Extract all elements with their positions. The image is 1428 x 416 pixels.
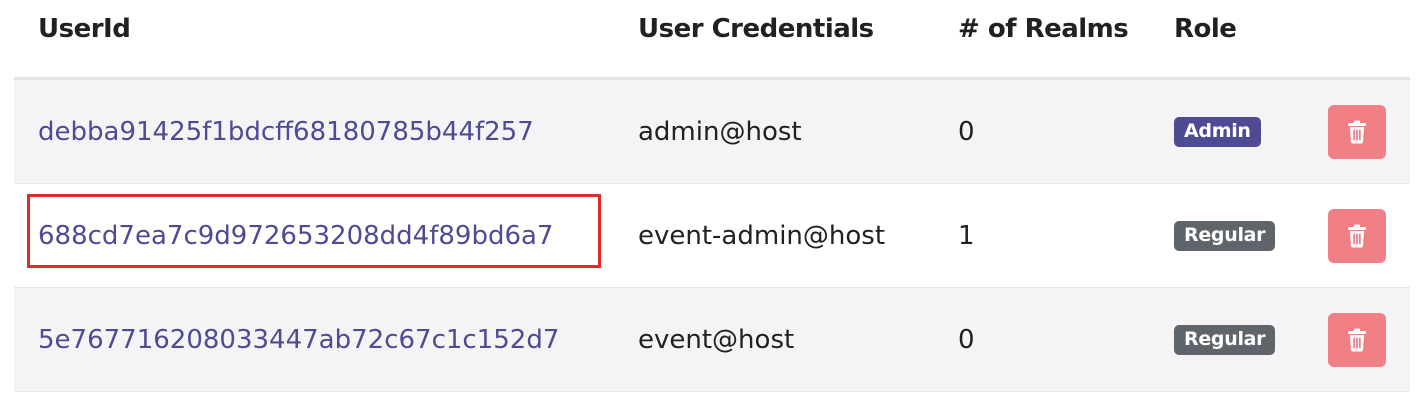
delete-user-button[interactable] <box>1328 312 1386 367</box>
user-id-link[interactable]: debba91425f1bdcff68180785b44f257 <box>38 117 534 147</box>
trash-icon <box>1347 120 1367 144</box>
user-id-link[interactable]: 688cd7ea7c9d972653208dd4f89bd6a7 <box>38 221 553 251</box>
delete-user-button[interactable] <box>1328 208 1386 263</box>
table-row: 5e767716208033447ab72c67c1c152d7 event@h… <box>14 288 1410 392</box>
delete-cell <box>1328 288 1386 391</box>
role-badge-regular: Regular <box>1174 220 1276 251</box>
user-id-cell: debba91425f1bdcff68180785b44f257 <box>38 80 534 183</box>
credentials-cell: event@host <box>638 324 795 355</box>
realms-count-cell: 0 <box>958 324 975 355</box>
realms-count-cell: 0 <box>958 116 975 147</box>
user-id-cell: 5e767716208033447ab72c67c1c152d7 <box>38 288 559 391</box>
trash-icon <box>1347 328 1367 352</box>
delete-cell <box>1328 80 1386 183</box>
header-user-id: UserId <box>38 14 131 44</box>
table-row: 688cd7ea7c9d972653208dd4f89bd6a7 event-a… <box>14 184 1410 288</box>
header-realms-count: # of Realms <box>958 14 1129 44</box>
table-header: UserId User Credentials # of Realms Role <box>14 0 1410 80</box>
role-badge-regular: Regular <box>1174 324 1276 355</box>
delete-user-button[interactable] <box>1328 104 1386 159</box>
user-id-cell: 688cd7ea7c9d972653208dd4f89bd6a7 <box>38 184 553 287</box>
role-cell: Admin <box>1174 80 1261 183</box>
table-row: debba91425f1bdcff68180785b44f257 admin@h… <box>14 80 1410 184</box>
user-id-link[interactable]: 5e767716208033447ab72c67c1c152d7 <box>38 325 559 355</box>
role-cell: Regular <box>1174 288 1276 391</box>
header-role: Role <box>1174 14 1237 44</box>
trash-icon <box>1347 224 1367 248</box>
realms-count-cell: 1 <box>958 220 975 251</box>
credentials-cell: admin@host <box>638 116 802 147</box>
role-cell: Regular <box>1174 184 1276 287</box>
credentials-cell: event-admin@host <box>638 220 886 251</box>
role-badge-admin: Admin <box>1174 116 1261 147</box>
header-user-credentials: User Credentials <box>638 14 874 44</box>
users-table: UserId User Credentials # of Realms Role… <box>14 0 1410 392</box>
delete-cell <box>1328 184 1386 287</box>
